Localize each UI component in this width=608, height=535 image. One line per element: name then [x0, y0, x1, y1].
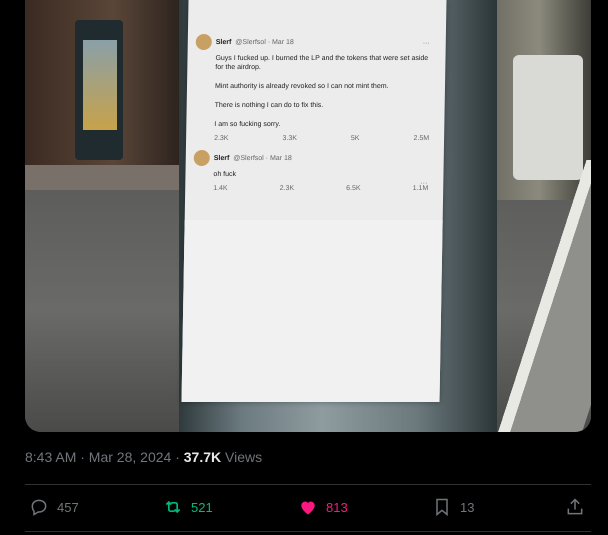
tweet-author-handle: @Slerfsol · Mar 18 [233, 154, 292, 162]
post-views-label: Views [221, 449, 263, 465]
photo-kiosk-ad [83, 40, 117, 130]
avatar [195, 34, 212, 50]
post-views-count: 37.7K [183, 449, 222, 465]
tweet-stats: 2.3K 3.3K 5K 2.5M [214, 135, 429, 142]
bookmark-icon [436, 498, 448, 517]
more-icon: ··· [422, 40, 430, 47]
post-media-photo[interactable]: Slerf @Slerfsol · Mar 18 ··· Guys I fuck… [25, 0, 591, 432]
repost-button[interactable]: 521 [163, 497, 213, 517]
tweet-stat-reposts: 2.3K [279, 185, 295, 193]
tweet-author-name: Slerf [213, 154, 230, 162]
like-icon [301, 501, 315, 515]
tweet-stat-replies: 2.3K [214, 135, 229, 143]
tweet-stat-likes: 6.5K [346, 185, 361, 193]
tweet-author-handle: @Slerfsol · Mar 18 [235, 38, 294, 46]
more-icon: ··· [420, 180, 428, 187]
like-button[interactable]: 813 [298, 497, 348, 517]
printed-tweet-2: Slerf @Slerfsol · Mar 18 ··· oh fuck 1.4… [193, 150, 434, 192]
post-timestamp: 8:43 AM · Mar 28, 2024 · 37.7K Views [25, 449, 262, 465]
reply-button[interactable]: 457 [29, 497, 79, 517]
tweet-line: oh fuck [213, 171, 237, 178]
tweet-stat-reposts: 3.3K [282, 135, 297, 143]
repost-count: 521 [191, 499, 213, 515]
avatar [193, 150, 210, 166]
like-count: 813 [326, 499, 348, 515]
tweet-stats: 1.4K 2.3K 6.5K 1.1M [213, 185, 428, 192]
printed-tweet-1: Slerf @Slerfsol · Mar 18 ··· Guys I fuck… [194, 34, 436, 142]
tweet-line: Mint authority is already revoked so I c… [214, 83, 389, 91]
divider [25, 531, 591, 532]
tweet-line: Guys I fucked up. I burned the LP and th… [215, 55, 429, 72]
post-time[interactable]: 8:43 AM · Mar 28, 2024 · [25, 449, 184, 465]
tweet-stat-likes: 5K [350, 135, 360, 143]
post-actions-bar: 457 521 813 13 [25, 497, 591, 521]
repost-icon [165, 500, 181, 514]
tweet-line: There is nothing I can do to fix this. [214, 102, 324, 110]
share-icon [567, 498, 583, 515]
reply-count: 457 [57, 499, 79, 515]
divider [25, 484, 591, 485]
tweet-author-name: Slerf [215, 38, 232, 46]
reply-icon [31, 499, 47, 516]
tweet-line: I am so fucking sorry. [214, 121, 281, 129]
bookmark-button[interactable]: 13 [432, 497, 474, 517]
share-button[interactable] [565, 497, 585, 517]
paper-blank-area [181, 220, 443, 402]
tweet-stat-views: 2.5M [413, 135, 430, 143]
bookmark-count: 13 [460, 499, 475, 515]
tweet-stat-replies: 1.4K [213, 185, 228, 193]
printed-tweet-paper: Slerf @Slerfsol · Mar 18 ··· Guys I fuck… [181, 0, 447, 402]
